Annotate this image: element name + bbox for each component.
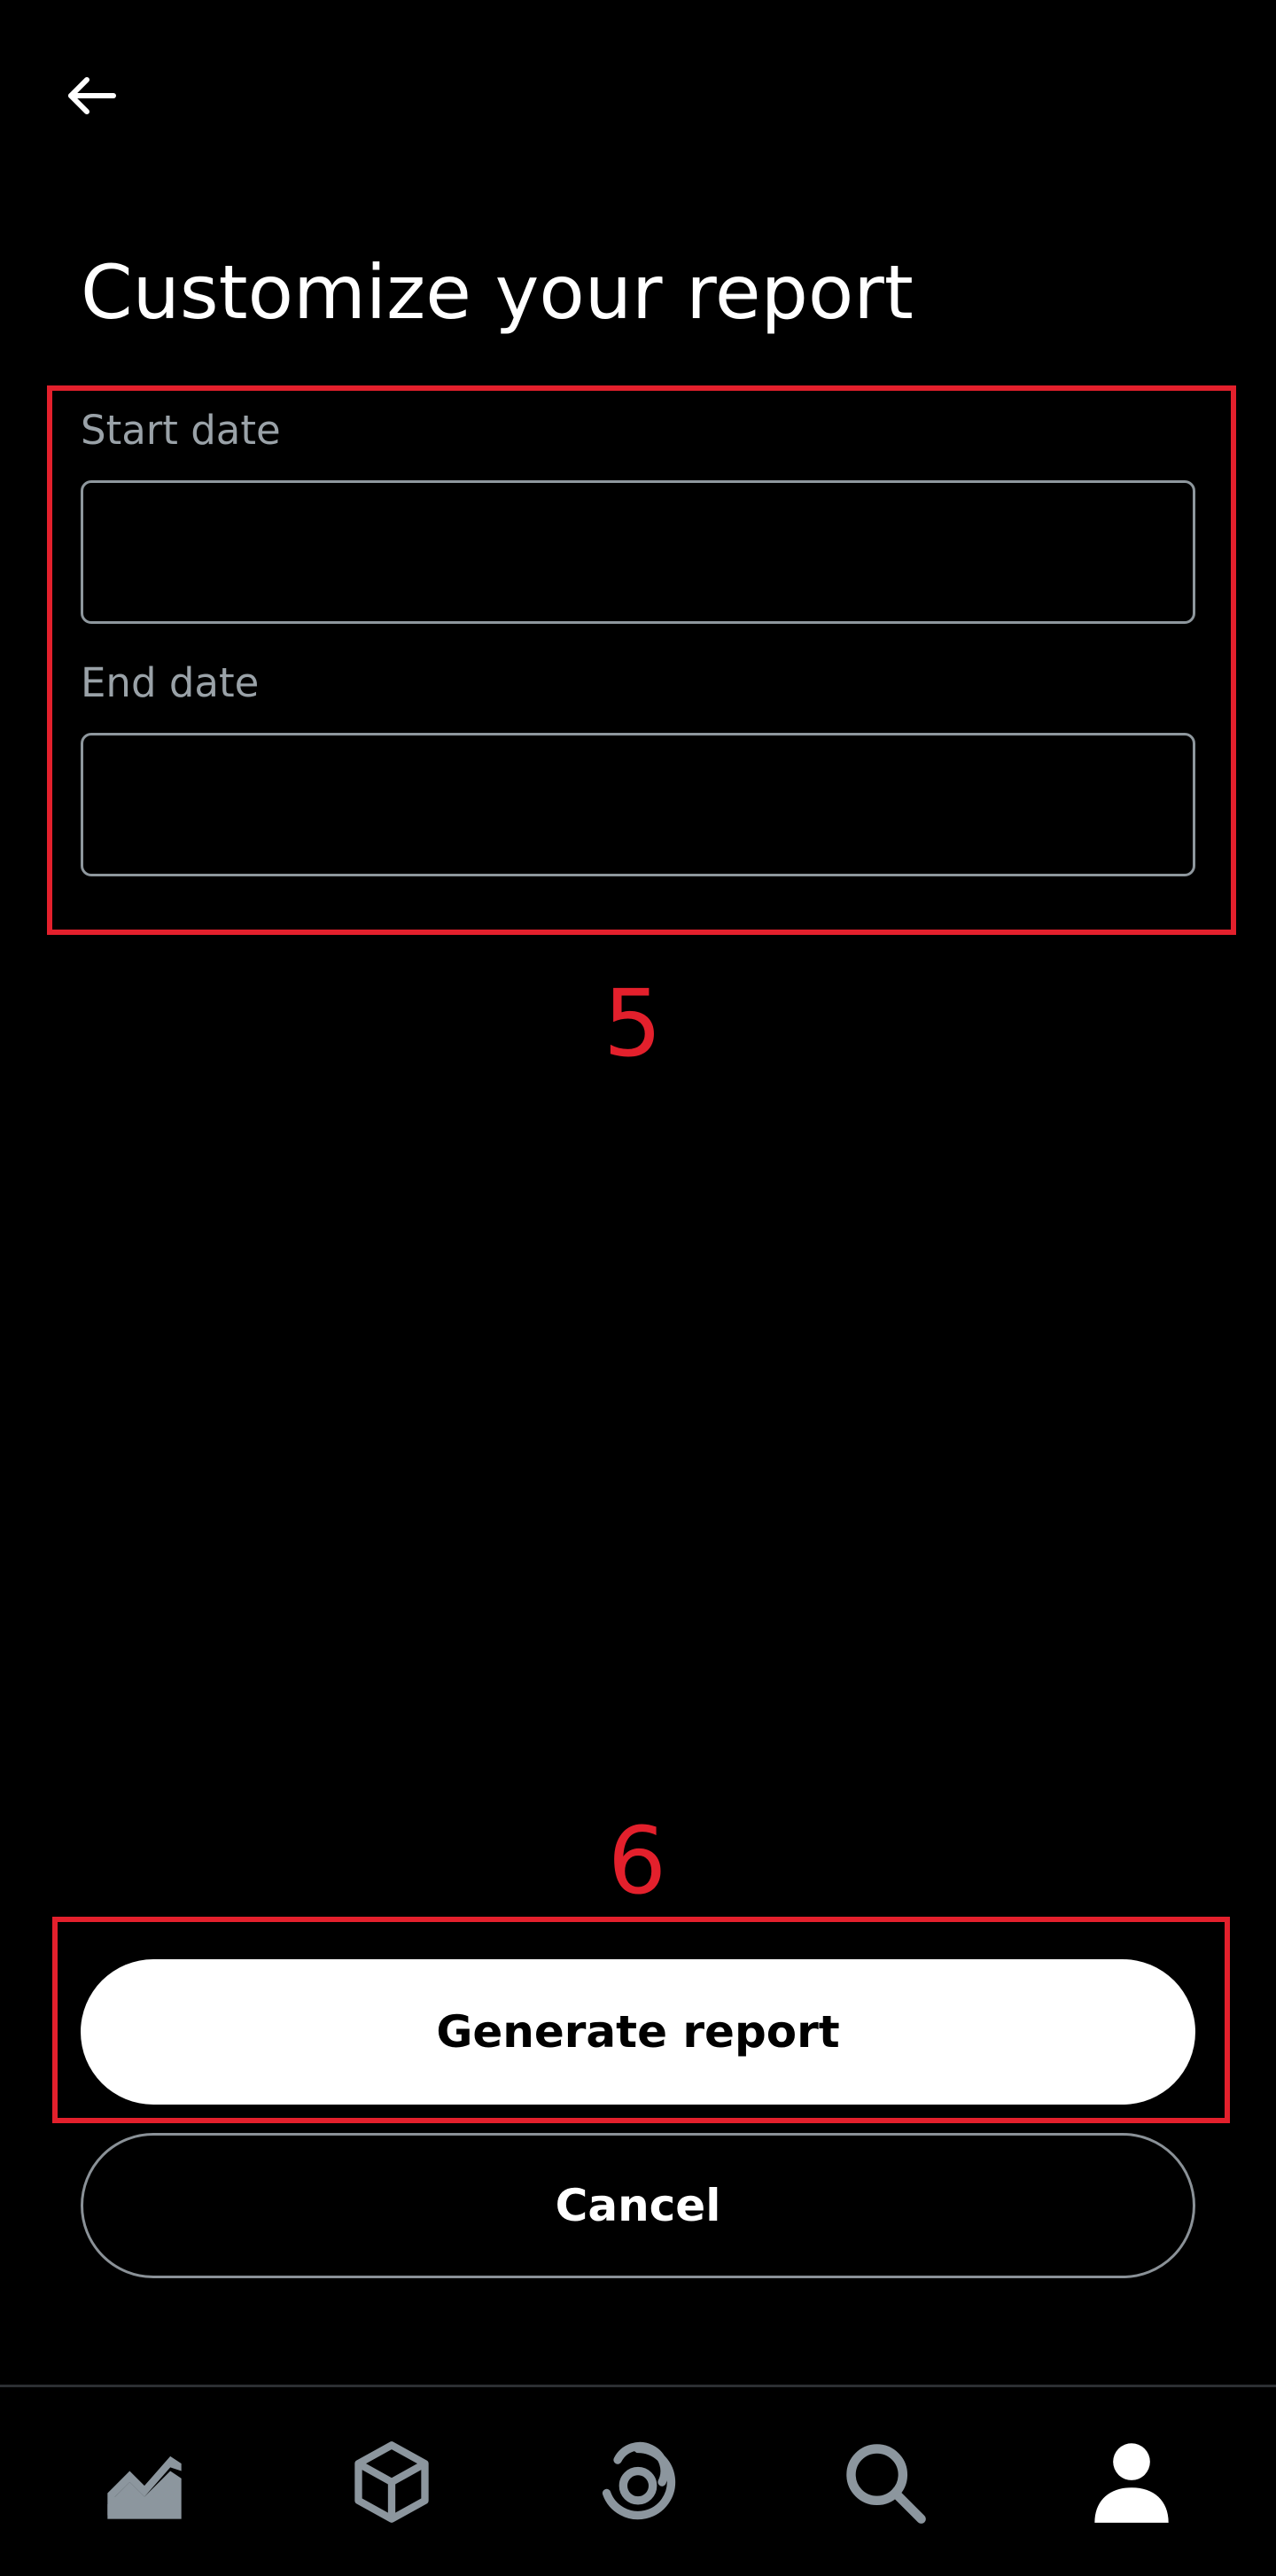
nav-item-markets[interactable] [78, 2416, 211, 2549]
end-date-label: End date [81, 659, 260, 706]
search-icon [846, 2443, 927, 2524]
annotation-number: 6 [607, 1807, 667, 1915]
profile-icon [1094, 2442, 1169, 2523]
nav-item-search[interactable] [818, 2416, 951, 2549]
start-date-label: Start date [81, 407, 281, 454]
nav-item-discover[interactable] [572, 2416, 704, 2549]
start-date-input[interactable] [81, 480, 1195, 624]
nav-item-products[interactable] [325, 2416, 458, 2549]
cancel-button[interactable]: Cancel [81, 2133, 1195, 2278]
swirl-icon [602, 2441, 676, 2519]
arrow-left-icon [68, 77, 116, 114]
back-button[interactable] [50, 53, 135, 138]
bottom-navigation [0, 2385, 1276, 2576]
trend-chart-icon [107, 2455, 182, 2519]
generate-report-button[interactable]: Generate report [81, 1959, 1195, 2105]
end-date-input[interactable] [81, 733, 1195, 876]
nav-item-profile[interactable] [1065, 2416, 1198, 2549]
page-title: Customize your report [81, 249, 914, 336]
annotation-number: 5 [603, 969, 663, 1078]
cube-icon [354, 2440, 429, 2523]
